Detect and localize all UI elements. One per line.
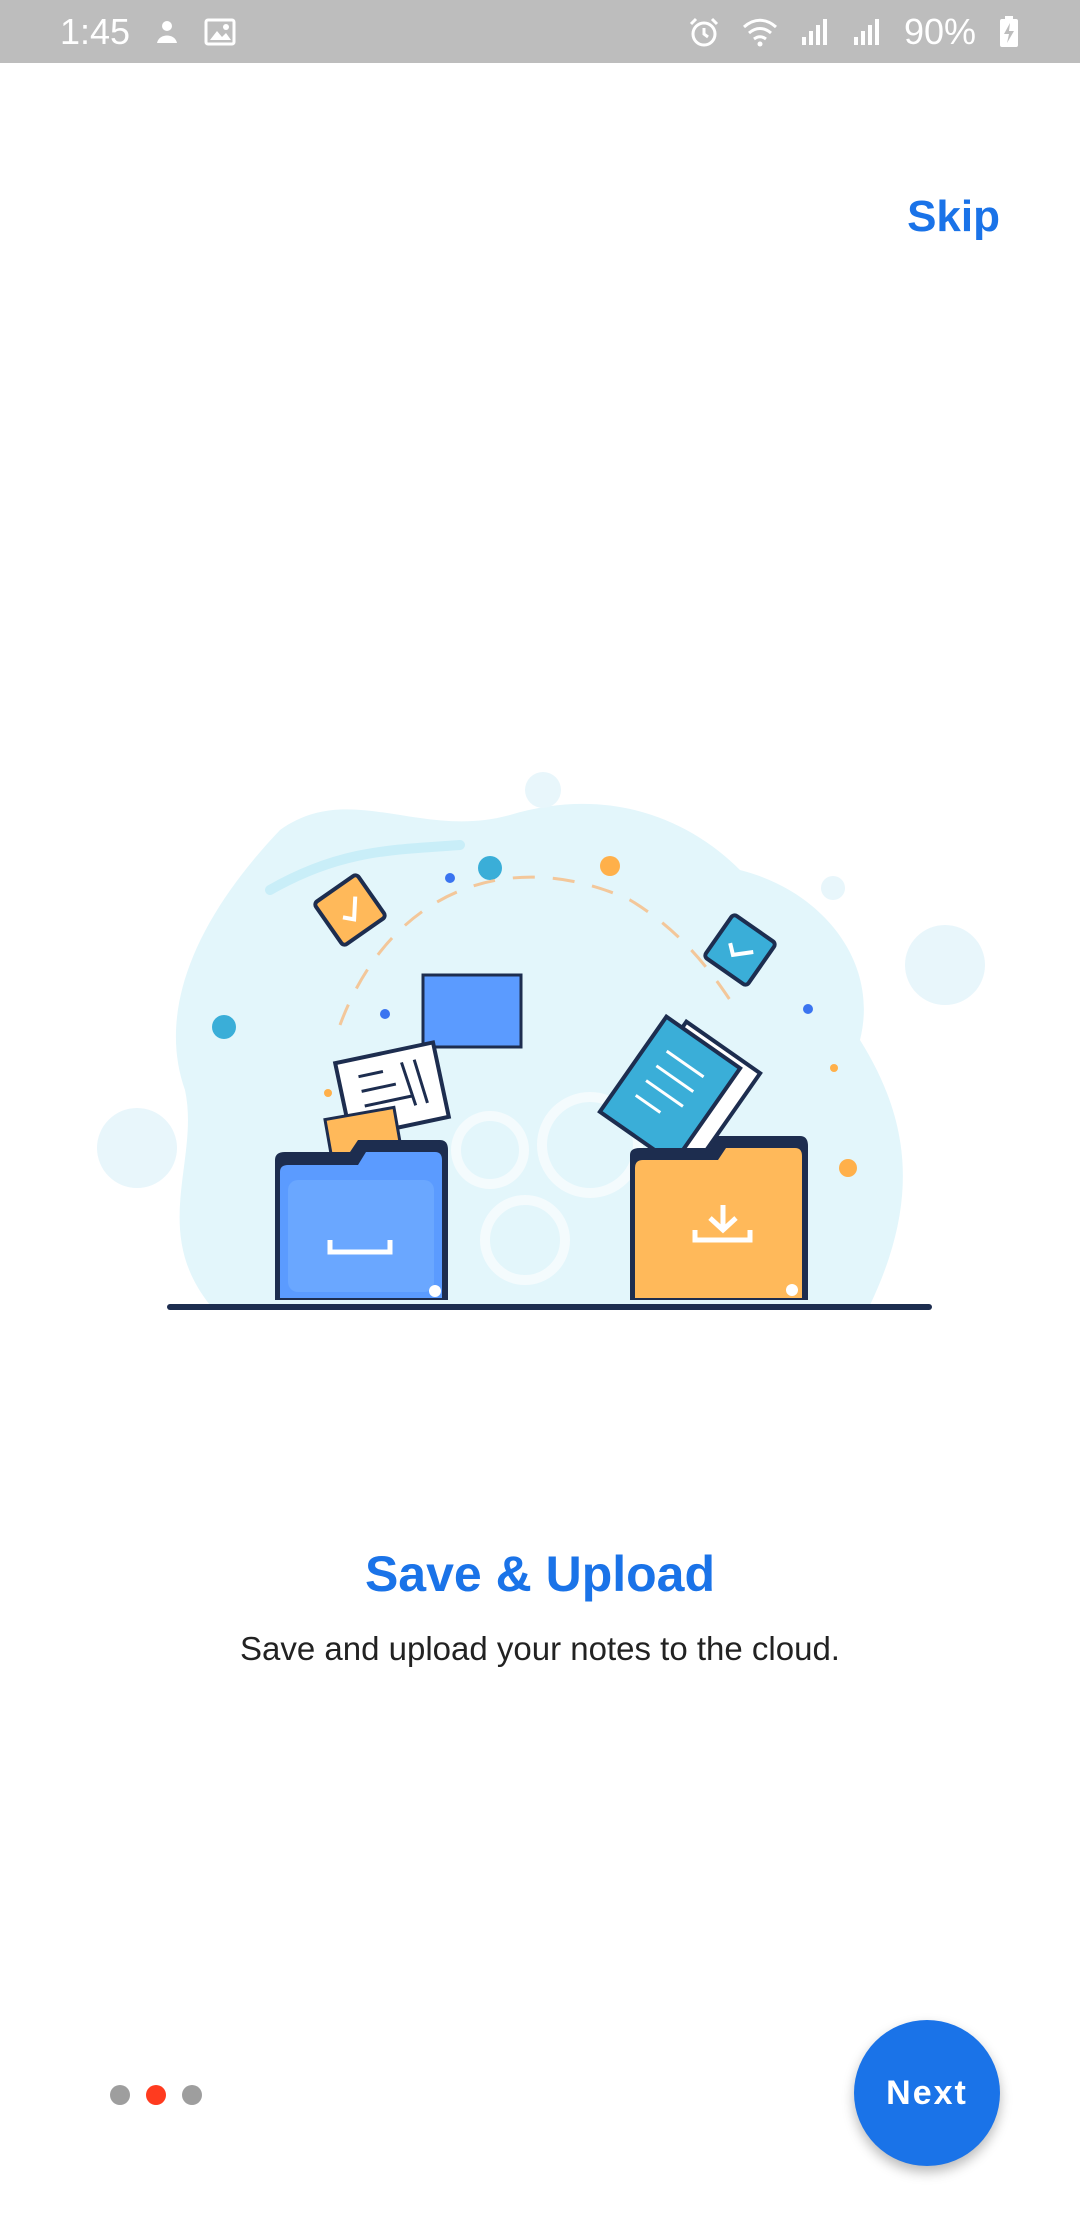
- page-dot: [182, 2085, 202, 2105]
- next-button[interactable]: Next: [854, 2020, 1000, 2166]
- signal-icon: [852, 17, 882, 47]
- battery-percent: 90%: [903, 10, 976, 52]
- page-description: Save and upload your notes to the cloud.: [240, 1630, 840, 1667]
- next-label: Next: [886, 2073, 968, 2112]
- status-time: 1:45: [60, 10, 131, 52]
- alarm-icon: [688, 16, 720, 48]
- page-indicator: [110, 2085, 202, 2105]
- notification-icon: [152, 17, 182, 47]
- page-dot-active: [146, 2085, 166, 2105]
- page-title: Save & Upload: [364, 1546, 716, 1602]
- status-bar: 1:45 90%: [0, 0, 1080, 63]
- save-upload-illustration: [90, 760, 990, 1330]
- wifi-icon: [742, 17, 778, 47]
- signal-icon: [800, 17, 830, 47]
- skip-button[interactable]: Skip: [907, 192, 1000, 242]
- page-dot: [110, 2085, 130, 2105]
- image-icon: [204, 17, 236, 47]
- battery-icon: [998, 15, 1020, 49]
